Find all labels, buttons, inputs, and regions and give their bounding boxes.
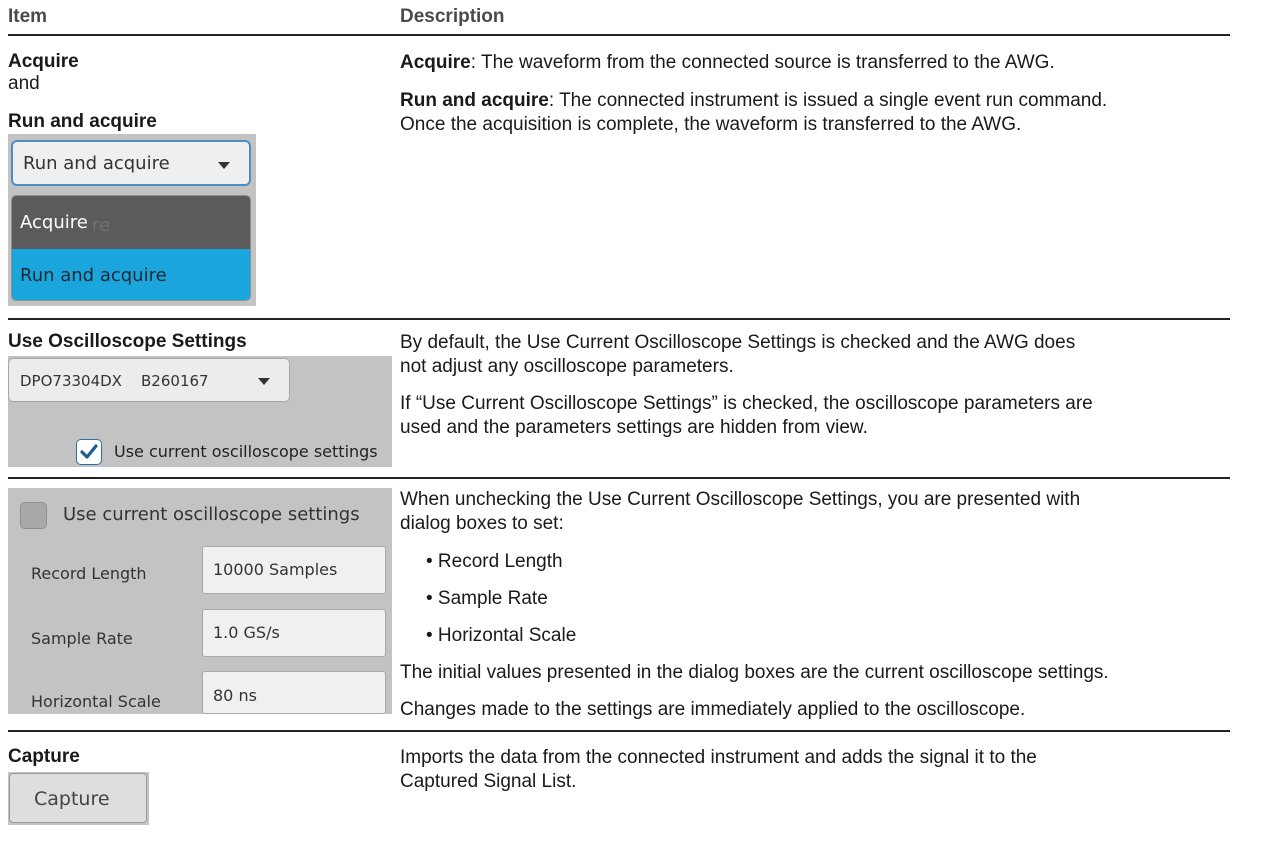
header-divider <box>8 34 1230 36</box>
row1-title-acquire: Acquire <box>8 51 79 72</box>
row1-desc-run-text: : The connected instrument is issued a s… <box>548 90 1108 111</box>
manual-settings-panel: Use current oscilloscope settings Record… <box>8 488 392 714</box>
row2-desc-p2-line1: If “Use Current Oscilloscope Settings” i… <box>400 393 1093 414</box>
row2-desc-p2-line2: used and the parameters settings are hid… <box>400 417 868 438</box>
row1-desc-acquire: Acquire: The waveform from the connected… <box>400 51 1055 75</box>
row1-divider <box>8 318 1230 320</box>
row3-desc-p2: The initial values presented in the dial… <box>400 662 1109 683</box>
sample-rate-label: Sample Rate <box>31 629 133 648</box>
row1-desc-acquire-text: : The waveform from the connected source… <box>470 52 1055 73</box>
chevron-down-icon <box>258 378 270 385</box>
instrument-dropdown[interactable]: DPO73304DX B260167 <box>8 358 290 402</box>
row1-desc-run-line1: Run and acquire: The connected instrumen… <box>400 89 1107 113</box>
row3-desc-line2: dialog boxes to set: <box>400 513 564 534</box>
row2-divider <box>8 477 1230 479</box>
bullet-record-length: • Record Length <box>426 551 563 572</box>
row4-title: Capture <box>8 746 80 767</box>
horizontal-scale-label: Horizontal Scale <box>31 692 161 711</box>
horizontal-scale-input[interactable]: 80 ns <box>202 671 386 714</box>
row2-desc-p1-line1: By default, the Use Current Oscilloscope… <box>400 332 1076 353</box>
row2-desc-p1-line2: not adjust any oscilloscope parameters. <box>400 356 734 377</box>
record-length-label: Record Length <box>31 564 147 583</box>
instrument-dropdown-value: DPO73304DX B260167 <box>20 372 209 390</box>
option-run-and-acquire-label: Run and acquire <box>20 265 167 286</box>
row1-title-run-and-acquire: Run and acquire <box>8 111 157 132</box>
bullet-horizontal-scale: • Horizontal Scale <box>426 625 577 646</box>
use-current-settings-checkbox[interactable] <box>76 439 102 465</box>
acquire-mode-dropdown-value: Run and acquire <box>23 153 170 174</box>
option-run-and-acquire[interactable]: Run and acquire <box>12 249 250 300</box>
row3-divider <box>8 730 1230 732</box>
check-icon <box>80 444 98 459</box>
acquire-mode-dropdown[interactable]: Run and acquire <box>11 140 251 186</box>
column-header-description: Description <box>400 6 505 27</box>
sample-rate-input[interactable]: 1.0 GS/s <box>202 609 386 657</box>
option-acquire-label: Acquire <box>20 212 88 233</box>
acquire-mode-options-list: Acquire re Run and acquire <box>11 195 251 301</box>
row2-title: Use Oscilloscope Settings <box>8 331 247 352</box>
use-current-settings-label: Use current oscilloscope settings <box>114 442 378 461</box>
option-ghost-text: re <box>92 215 111 236</box>
capture-button-panel: Capture <box>8 772 149 825</box>
row3-desc-line1: When unchecking the Use Current Oscillos… <box>400 489 1081 510</box>
capture-button-label: Capture <box>34 788 110 810</box>
chevron-down-icon <box>218 162 230 169</box>
use-current-settings-label: Use current oscilloscope settings <box>63 504 360 525</box>
row1-and-text: and <box>8 73 40 94</box>
oscilloscope-settings-panel: DPO73304DX B260167 Use current oscillosc… <box>8 356 392 467</box>
row1-desc-run-line2: Once the acquisition is complete, the wa… <box>400 114 1022 135</box>
row1-desc-acquire-term: Acquire <box>400 52 471 73</box>
record-length-input[interactable]: 10000 Samples <box>202 546 386 594</box>
row4-desc-line1: Imports the data from the connected inst… <box>400 747 1037 768</box>
acquire-mode-panel: Run and acquire Acquire re Run and acqui… <box>8 134 256 306</box>
row1-desc-run-term: Run and acquire <box>400 90 549 111</box>
capture-button[interactable]: Capture <box>9 773 147 823</box>
row4-desc-line2: Captured Signal List. <box>400 771 577 792</box>
bullet-sample-rate: • Sample Rate <box>426 588 548 609</box>
row3-desc-p3: Changes made to the settings are immedia… <box>400 699 1026 720</box>
option-acquire[interactable]: Acquire re <box>12 196 250 249</box>
use-current-settings-checkbox[interactable] <box>20 502 47 529</box>
column-header-item: Item <box>8 6 48 27</box>
